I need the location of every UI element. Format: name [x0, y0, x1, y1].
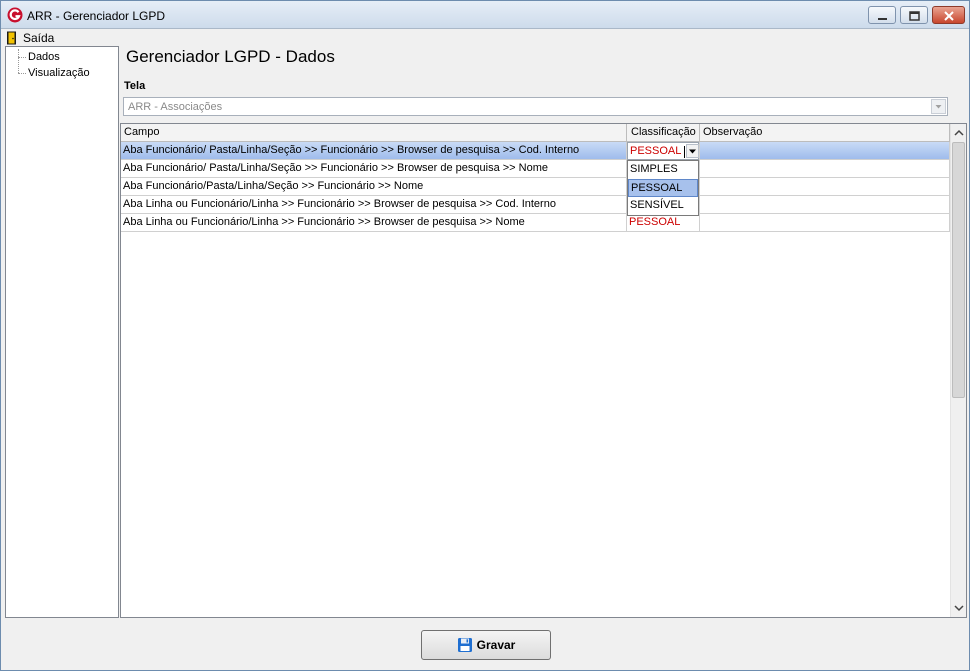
page-title: Gerenciador LGPD - Dados [126, 47, 335, 66]
floppy-disk-icon [457, 638, 472, 652]
chevron-down-icon [935, 105, 942, 109]
table-row[interactable]: Aba Funcionário/ Pasta/Linha/Seção >> Fu… [121, 142, 950, 160]
cell-observacao[interactable] [700, 142, 950, 160]
restore-icon [909, 11, 920, 21]
door-exit-icon [7, 31, 16, 44]
cell-observacao[interactable] [700, 160, 950, 178]
classificacao-editor-value: PESSOAL [630, 145, 682, 157]
column-header-classificacao[interactable]: Classificação [627, 124, 700, 142]
menu-bar: Saída [2, 29, 968, 46]
app-logo-icon [7, 7, 23, 23]
table-row[interactable]: Aba Funcionário/ Pasta/Linha/Seção >> Fu… [121, 160, 950, 178]
classificacao-dropdown-button[interactable] [686, 144, 699, 158]
chevron-down-icon [689, 149, 696, 154]
cell-classificacao[interactable]: PESSOAL [627, 214, 700, 232]
text-caret [684, 146, 685, 158]
main-window: ARR - Gerenciador LGPD Saída Dados Visua… [0, 0, 970, 671]
cell-observacao[interactable] [700, 178, 950, 196]
dropdown-option-sensivel[interactable]: SENSÍVEL [628, 197, 698, 215]
tree-item-label: Visualização [28, 67, 90, 79]
cell-campo[interactable]: Aba Funcionário/ Pasta/Linha/Seção >> Fu… [121, 160, 627, 178]
title-bar[interactable]: ARR - Gerenciador LGPD [1, 1, 969, 29]
navigation-tree: Dados Visualização [5, 46, 119, 618]
chevron-up-icon [954, 129, 964, 136]
cell-observacao[interactable] [700, 214, 950, 232]
cell-campo[interactable]: Aba Funcionário/ Pasta/Linha/Seção >> Fu… [121, 142, 627, 160]
tela-select[interactable]: ARR - Associações [123, 97, 948, 116]
column-header-campo[interactable]: Campo [121, 124, 627, 142]
tela-select-dropdown-button[interactable] [931, 99, 946, 114]
save-button[interactable]: Gravar [421, 630, 551, 660]
dropdown-option-simples[interactable]: SIMPLES [628, 161, 698, 179]
table-row[interactable]: Aba Funcionário/Pasta/Linha/Seção >> Fun… [121, 178, 950, 196]
save-button-label: Gravar [476, 638, 516, 652]
tela-label: Tela [124, 80, 146, 92]
grid-header: Campo Classificação Observação [121, 124, 950, 142]
tela-select-value: ARR - Associações [128, 101, 223, 113]
classificacao-dropdown-list: SIMPLES PESSOAL SENSÍVEL [627, 160, 699, 216]
scroll-up-button[interactable] [952, 125, 966, 141]
menu-exit-label: Saída [23, 30, 55, 45]
cell-observacao[interactable] [700, 196, 950, 214]
maximize-button[interactable] [900, 6, 928, 24]
dropdown-option-pessoal[interactable]: PESSOAL [628, 179, 698, 197]
window-title: ARR - Gerenciador LGPD [27, 9, 166, 23]
cell-campo[interactable]: Aba Funcionário/Pasta/Linha/Seção >> Fun… [121, 178, 627, 196]
fields-grid[interactable]: Campo Classificação Observação Aba Funci… [120, 123, 967, 618]
minimize-button[interactable] [868, 6, 896, 24]
tree-item-visualizacao[interactable]: Visualização [6, 65, 116, 81]
close-button[interactable] [932, 6, 965, 24]
table-row[interactable]: Aba Linha ou Funcionário/Linha >> Funcio… [121, 196, 950, 214]
menu-exit[interactable]: Saída [6, 29, 54, 46]
classificacao-editor[interactable]: PESSOAL [627, 142, 699, 160]
column-header-observacao[interactable]: Observação [700, 124, 950, 142]
close-icon [944, 11, 954, 21]
tree-item-label: Dados [28, 51, 60, 63]
table-row[interactable]: Aba Linha ou Funcionário/Linha >> Funcio… [121, 214, 950, 232]
tree-item-dados[interactable]: Dados [6, 49, 116, 65]
scroll-down-button[interactable] [952, 600, 966, 616]
cell-campo[interactable]: Aba Linha ou Funcionário/Linha >> Funcio… [121, 196, 627, 214]
chevron-down-icon [954, 605, 964, 612]
grid-vertical-scrollbar[interactable] [950, 124, 966, 617]
minimize-icon [878, 18, 887, 20]
cell-campo[interactable]: Aba Linha ou Funcionário/Linha >> Funcio… [121, 214, 627, 232]
scroll-thumb[interactable] [952, 142, 965, 398]
